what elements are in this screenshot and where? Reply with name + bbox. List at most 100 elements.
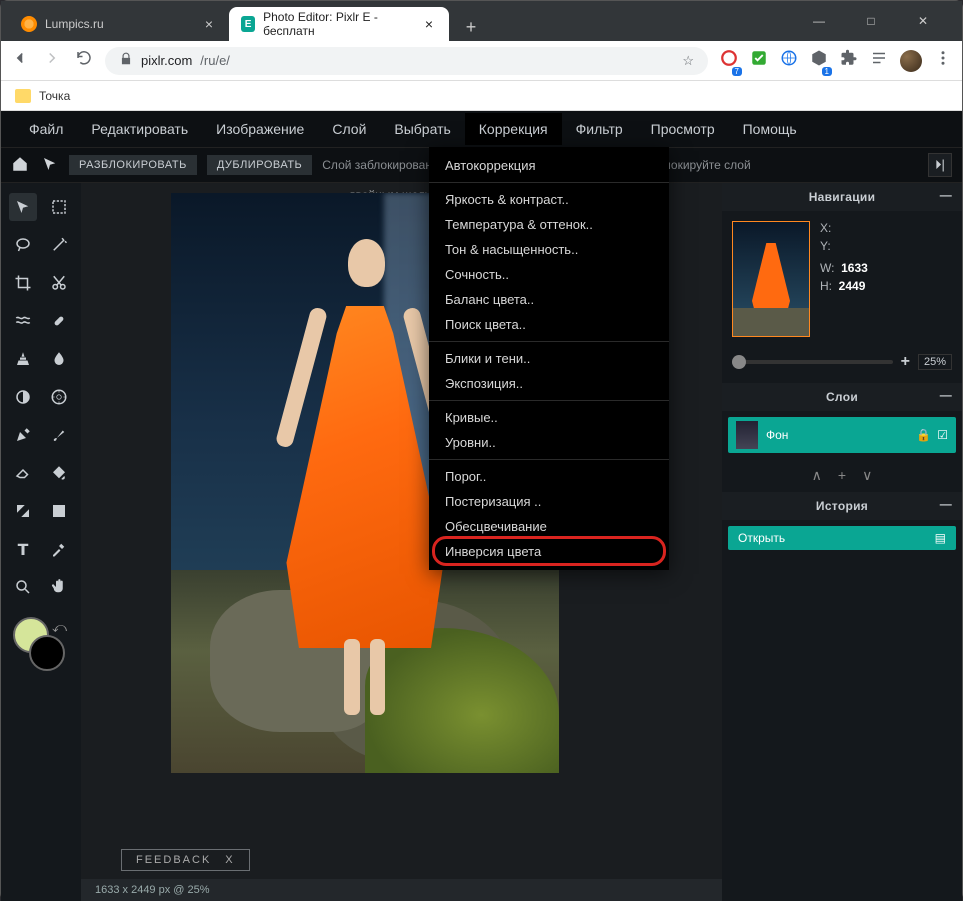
swap-colors-icon[interactable]: ⤺: [52, 619, 67, 636]
separator: [429, 400, 669, 401]
dd-highlights[interactable]: Блики и тени..: [429, 346, 669, 371]
minimize-panel-icon[interactable]: —: [940, 188, 952, 202]
tab-title: Lumpics.ru: [45, 17, 104, 31]
menu-edit[interactable]: Редактировать: [77, 113, 202, 145]
favicon-lumpics: [21, 16, 37, 32]
profile-avatar[interactable]: [900, 50, 922, 72]
dd-invert[interactable]: Инверсия цвета: [429, 539, 669, 564]
zoom-value[interactable]: 25%: [918, 354, 952, 370]
liquify-tool[interactable]: [9, 307, 37, 335]
zoom-in-icon[interactable]: +: [901, 353, 910, 371]
dd-brightness[interactable]: Яркость & контраст..: [429, 187, 669, 212]
lock-icon[interactable]: 🔒: [916, 428, 931, 442]
shape-tool[interactable]: [45, 497, 73, 525]
color-swatches[interactable]: ⤺: [9, 617, 73, 677]
tab-close-icon[interactable]: ×: [201, 16, 217, 32]
menu-adjustment[interactable]: Коррекция: [465, 113, 562, 145]
dd-temperature[interactable]: Температура & оттенок..: [429, 212, 669, 237]
close-window-button[interactable]: ✕: [906, 7, 940, 35]
nav-y-label: Y:: [820, 239, 831, 253]
marquee-tool[interactable]: [45, 193, 73, 221]
text-tool[interactable]: [9, 535, 37, 563]
background-swatch[interactable]: [29, 635, 65, 671]
tab-close-icon[interactable]: ×: [421, 16, 437, 32]
dd-threshold[interactable]: Порог..: [429, 464, 669, 489]
eraser-tool[interactable]: [9, 459, 37, 487]
url-field[interactable]: pixlr.com/ru/e/ ☆: [105, 47, 708, 75]
dd-exposure[interactable]: Экспозиция..: [429, 371, 669, 396]
history-panel-header: История —: [722, 492, 962, 520]
clone-tool[interactable]: [9, 345, 37, 373]
panel-toggle-icon[interactable]: ⏵|: [928, 153, 952, 177]
sponge-tool[interactable]: [45, 383, 73, 411]
layers-panel: Фон 🔒 ☑: [722, 411, 962, 459]
dd-color-balance[interactable]: Баланс цвета..: [429, 287, 669, 312]
gradient-tool[interactable]: [9, 497, 37, 525]
layer-up-icon[interactable]: ∧: [812, 467, 822, 484]
menu-select[interactable]: Выбрать: [380, 113, 464, 145]
feedback-close-icon[interactable]: X: [225, 854, 234, 866]
extensions-puzzle-icon[interactable]: [840, 49, 858, 72]
dd-curves[interactable]: Кривые..: [429, 405, 669, 430]
zoom-slider[interactable]: [732, 360, 893, 364]
menu-image[interactable]: Изображение: [202, 113, 318, 145]
eyedropper-tool[interactable]: [45, 535, 73, 563]
extension-check-icon[interactable]: [750, 49, 768, 72]
bookmark-item[interactable]: Точка: [39, 89, 70, 103]
history-item-open[interactable]: Открыть ▤: [728, 526, 956, 550]
layer-add-icon[interactable]: +: [838, 467, 846, 484]
dd-desaturate[interactable]: Обесцвечивание: [429, 514, 669, 539]
menu-help[interactable]: Помощь: [729, 113, 811, 145]
layer-background[interactable]: Фон 🔒 ☑: [728, 417, 956, 453]
minimize-panel-icon[interactable]: —: [940, 497, 952, 511]
reload-button[interactable]: [75, 49, 93, 72]
move-tool-icon[interactable]: [41, 155, 59, 176]
tab-lumpics[interactable]: Lumpics.ru ×: [9, 7, 229, 41]
menu-layer[interactable]: Слой: [318, 113, 380, 145]
crop-tool[interactable]: [9, 269, 37, 297]
minimize-button[interactable]: —: [802, 7, 836, 35]
maximize-button[interactable]: □: [854, 7, 888, 35]
dd-hue-sat[interactable]: Тон & насыщенность..: [429, 237, 669, 262]
fill-tool[interactable]: [45, 459, 73, 487]
tab-pixlr[interactable]: E Photo Editor: Pixlr E - бесплатн ×: [229, 7, 449, 41]
menu-file[interactable]: Файл: [15, 113, 77, 145]
heal-tool[interactable]: [45, 307, 73, 335]
wand-tool[interactable]: [45, 231, 73, 259]
back-button[interactable]: [11, 49, 29, 72]
reading-list-icon[interactable]: [870, 49, 888, 72]
lasso-tool[interactable]: [9, 231, 37, 259]
cutout-tool[interactable]: [45, 269, 73, 297]
menu-filter[interactable]: Фильтр: [562, 113, 637, 145]
dodge-tool[interactable]: [9, 383, 37, 411]
nav-title: Навигации: [809, 190, 876, 204]
visibility-icon[interactable]: ☑: [937, 428, 948, 442]
nav-thumbnail[interactable]: [732, 221, 810, 337]
layer-down-icon[interactable]: ∨: [862, 467, 872, 484]
dd-levels[interactable]: Уровни..: [429, 430, 669, 455]
zoom-tool[interactable]: [9, 573, 37, 601]
extension-box-icon[interactable]: 1: [810, 49, 828, 72]
minimize-panel-icon[interactable]: —: [940, 388, 952, 402]
brush-tool[interactable]: [45, 421, 73, 449]
move-tool[interactable]: [9, 193, 37, 221]
blur-tool[interactable]: [45, 345, 73, 373]
home-icon[interactable]: [11, 155, 29, 176]
hand-tool[interactable]: [45, 573, 73, 601]
extension-opera-icon[interactable]: 7: [720, 49, 738, 72]
feedback-button[interactable]: FEEDBACK X: [121, 849, 250, 871]
tab-title: Photo Editor: Pixlr E - бесплатн: [263, 10, 413, 38]
kebab-menu-icon[interactable]: [934, 49, 952, 72]
forward-button[interactable]: [43, 49, 61, 72]
new-tab-button[interactable]: +: [457, 13, 485, 41]
bookmark-star-icon[interactable]: ☆: [682, 53, 694, 69]
extension-globe-icon[interactable]: [780, 49, 798, 72]
unlock-button[interactable]: РАЗБЛОКИРОВАТЬ: [69, 155, 197, 175]
dd-auto[interactable]: Автокоррекция: [429, 153, 669, 178]
menu-view[interactable]: Просмотр: [637, 113, 729, 145]
dd-posterize[interactable]: Постеризация ..: [429, 489, 669, 514]
duplicate-button[interactable]: ДУБЛИРОВАТЬ: [207, 155, 312, 175]
dd-vibrance[interactable]: Сочность..: [429, 262, 669, 287]
pen-tool[interactable]: [9, 421, 37, 449]
dd-color-lookup[interactable]: Поиск цвета..: [429, 312, 669, 337]
